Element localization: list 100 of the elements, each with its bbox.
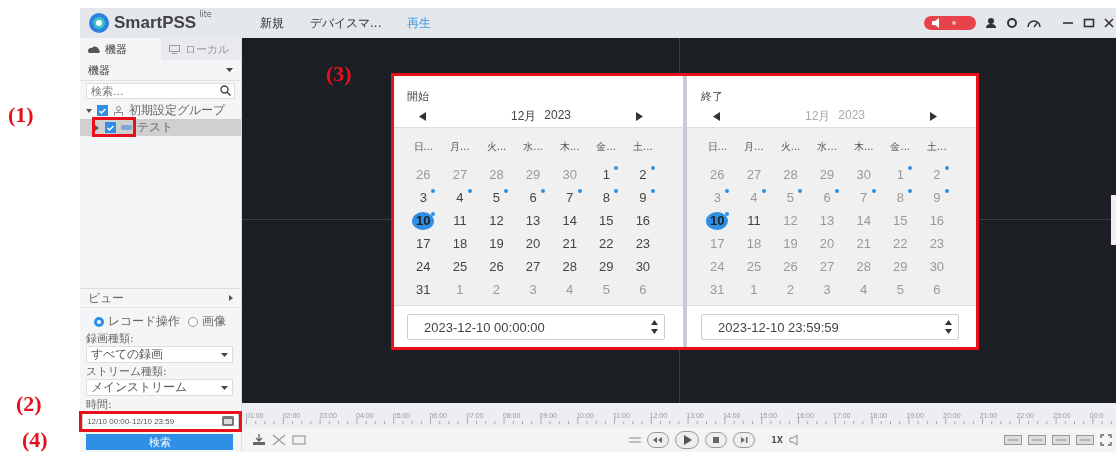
day[interactable]: 14 xyxy=(558,211,581,230)
day[interactable]: 19 xyxy=(779,234,802,253)
day[interactable]: 2 xyxy=(925,165,948,184)
rewind-icon[interactable] xyxy=(647,432,670,448)
menu-tab[interactable]: デバイスマ... xyxy=(310,14,382,32)
day[interactable]: 4 xyxy=(742,188,765,207)
day[interactable]: 2 xyxy=(779,280,802,299)
day[interactable]: 9 xyxy=(925,188,948,207)
spinner-icon[interactable] xyxy=(651,320,658,334)
day[interactable]: 25 xyxy=(448,257,471,276)
step-forward-icon[interactable] xyxy=(733,432,756,448)
day[interactable]: 15 xyxy=(889,211,912,230)
day[interactable]: 5 xyxy=(889,280,912,299)
month-label[interactable]: 12月 xyxy=(510,107,537,125)
side-handle[interactable] xyxy=(1111,195,1116,245)
day[interactable]: 23 xyxy=(925,234,948,253)
search-button[interactable]: 検索 xyxy=(86,434,233,450)
time-input[interactable]: 2023-12-10 00:00:00 xyxy=(407,314,665,340)
radio-option[interactable]: レコード操作 xyxy=(94,313,180,330)
day[interactable]: 28 xyxy=(779,165,802,184)
day[interactable]: 21 xyxy=(558,234,581,253)
dropdown[interactable]: すべての録画 xyxy=(86,346,233,363)
settings-icon[interactable] xyxy=(1006,17,1018,29)
radio-option[interactable]: 画像 xyxy=(188,313,226,330)
checkbox[interactable] xyxy=(105,122,116,133)
collapsed-icon[interactable] xyxy=(94,124,100,131)
previous-month-icon[interactable] xyxy=(713,111,720,121)
day[interactable]: 10 xyxy=(412,211,435,230)
previous-month-icon[interactable] xyxy=(419,111,426,121)
day[interactable]: 30 xyxy=(631,257,654,276)
day[interactable]: 11 xyxy=(448,211,471,230)
calendar-icon[interactable] xyxy=(222,416,234,426)
day[interactable]: 1 xyxy=(889,165,912,184)
day[interactable]: 9 xyxy=(631,188,654,207)
day[interactable]: 27 xyxy=(742,165,765,184)
day[interactable]: 20 xyxy=(816,234,839,253)
day[interactable]: 21 xyxy=(852,234,875,253)
day[interactable]: 29 xyxy=(816,165,839,184)
day[interactable]: 16 xyxy=(925,211,948,230)
gauge-icon[interactable] xyxy=(1027,17,1041,29)
day[interactable]: 5 xyxy=(595,280,618,299)
day[interactable]: 8 xyxy=(889,188,912,207)
day[interactable]: 2 xyxy=(631,165,654,184)
day[interactable]: 26 xyxy=(779,257,802,276)
alarm-icon[interactable] xyxy=(924,16,976,30)
volume-icon[interactable] xyxy=(788,435,801,445)
maximize-icon[interactable] xyxy=(1083,17,1095,29)
day[interactable]: 29 xyxy=(522,165,545,184)
tree-row[interactable]: テスト xyxy=(80,119,241,136)
day[interactable]: 27 xyxy=(448,165,471,184)
day[interactable]: 18 xyxy=(742,234,765,253)
day[interactable]: 19 xyxy=(485,234,508,253)
day[interactable]: 7 xyxy=(558,188,581,207)
speed-button[interactable]: 1X xyxy=(771,435,783,445)
day[interactable]: 4 xyxy=(852,280,875,299)
day[interactable]: 30 xyxy=(852,165,875,184)
day[interactable]: 15 xyxy=(595,211,618,230)
day[interactable]: 27 xyxy=(522,257,545,276)
day[interactable]: 28 xyxy=(558,257,581,276)
day[interactable]: 1 xyxy=(742,280,765,299)
day[interactable]: 25 xyxy=(742,257,765,276)
day[interactable]: 29 xyxy=(889,257,912,276)
day[interactable]: 24 xyxy=(412,257,435,276)
day[interactable]: 3 xyxy=(522,280,545,299)
play-icon[interactable] xyxy=(675,431,700,449)
next-month-icon[interactable] xyxy=(636,111,643,121)
year-label[interactable]: 2023 xyxy=(544,107,572,125)
sidebar-tab[interactable]: ローカル xyxy=(160,38,241,60)
day[interactable]: 6 xyxy=(631,280,654,299)
day[interactable]: 24 xyxy=(706,257,729,276)
day[interactable]: 12 xyxy=(779,211,802,230)
day[interactable]: 17 xyxy=(706,234,729,253)
day[interactable]: 14 xyxy=(852,211,875,230)
view-section-header[interactable]: ビュー xyxy=(80,288,241,308)
day[interactable]: 23 xyxy=(631,234,654,253)
day[interactable]: 5 xyxy=(485,188,508,207)
day[interactable]: 30 xyxy=(925,257,948,276)
day[interactable]: 13 xyxy=(522,211,545,230)
device-dropdown[interactable]: 機器 xyxy=(80,60,241,81)
next-month-icon[interactable] xyxy=(930,111,937,121)
day[interactable]: 22 xyxy=(595,234,618,253)
user-icon[interactable] xyxy=(985,17,997,29)
tree-row[interactable]: 初期設定グループ xyxy=(80,102,241,119)
day[interactable]: 12 xyxy=(485,211,508,230)
checkbox[interactable] xyxy=(97,105,108,116)
day[interactable]: 20 xyxy=(522,234,545,253)
day[interactable]: 30 xyxy=(558,165,581,184)
day[interactable]: 1 xyxy=(448,280,471,299)
day[interactable]: 4 xyxy=(558,280,581,299)
dropdown[interactable]: メインストリーム xyxy=(86,379,233,396)
day[interactable]: 6 xyxy=(925,280,948,299)
spinner-icon[interactable] xyxy=(945,320,952,334)
day[interactable]: 28 xyxy=(852,257,875,276)
day[interactable]: 3 xyxy=(816,280,839,299)
fullscreen-icon[interactable] xyxy=(1100,434,1112,446)
day[interactable]: 2 xyxy=(485,280,508,299)
expanded-icon[interactable] xyxy=(86,107,92,114)
close-icon[interactable] xyxy=(1104,17,1114,29)
stop-icon[interactable] xyxy=(705,432,728,448)
day[interactable]: 3 xyxy=(706,188,729,207)
